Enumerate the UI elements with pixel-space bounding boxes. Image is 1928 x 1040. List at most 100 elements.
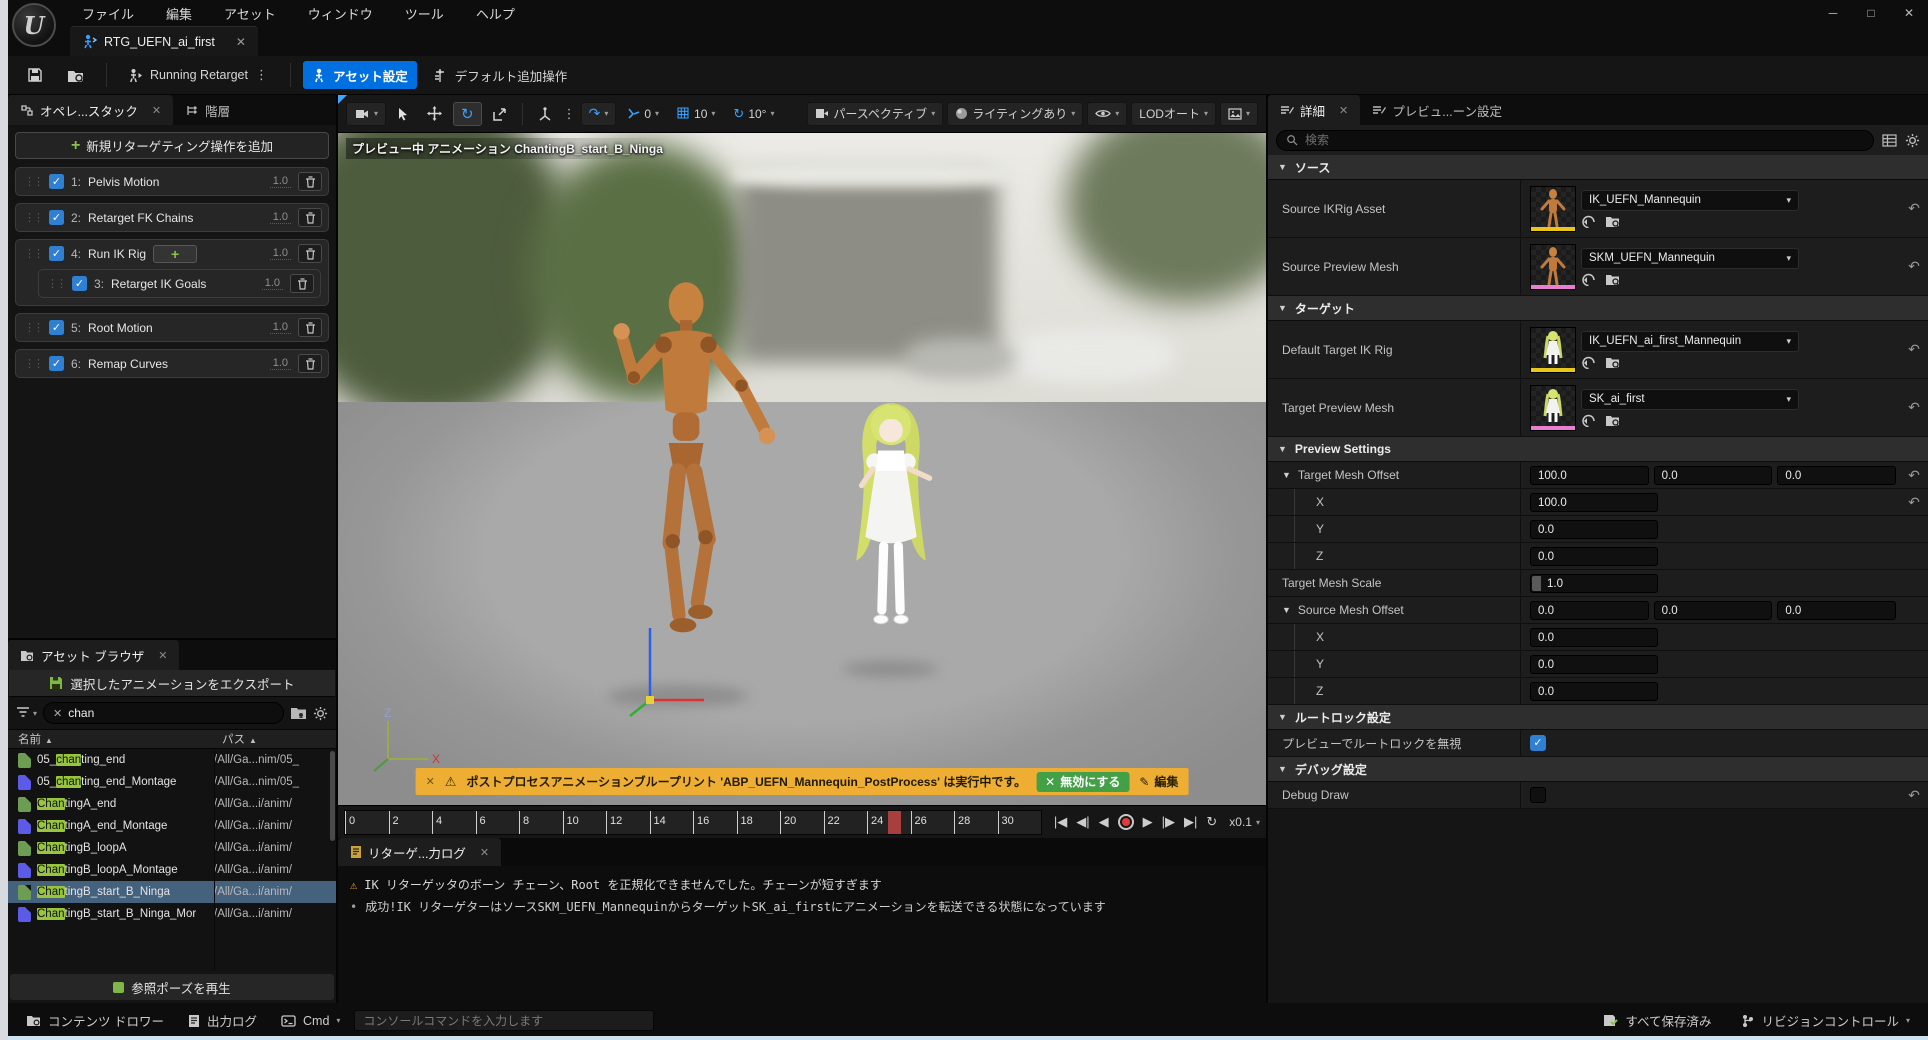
tab-op-stack[interactable]: オペレ...スタック ✕ bbox=[8, 95, 173, 125]
go-to-end-button[interactable]: ▶| bbox=[1184, 814, 1197, 830]
reset-to-default-icon[interactable]: ↶ bbox=[1900, 200, 1928, 217]
transform-gizmo[interactable] bbox=[618, 628, 728, 728]
use-selected-asset-icon[interactable] bbox=[1581, 414, 1596, 427]
x-input[interactable]: 100.0 bbox=[1530, 493, 1658, 512]
op-enabled-checkbox[interactable]: ✓ bbox=[72, 276, 87, 291]
tab-close-icon[interactable]: ✕ bbox=[236, 35, 246, 49]
tab-close-icon[interactable]: ✕ bbox=[158, 649, 167, 662]
rotate-tool-button[interactable]: ↻ bbox=[453, 102, 482, 126]
asset-row[interactable]: ChantingA_end /All/Ga...i/anim/ bbox=[8, 793, 336, 815]
drag-handle-icon[interactable]: ⋮⋮ bbox=[24, 321, 42, 334]
x-input[interactable]: 0.0 bbox=[1530, 628, 1658, 647]
delete-op-button[interactable] bbox=[298, 354, 322, 373]
timeline-ruler[interactable]: 0 2 4 6 8 10 12 14 16 18 20 22 24 26 28 … bbox=[344, 810, 1042, 835]
op-weight-field[interactable]: 1.0 bbox=[262, 277, 283, 290]
close-icon[interactable]: ✕ bbox=[1890, 0, 1928, 26]
disable-postprocess-button[interactable]: ✕ 無効にする bbox=[1036, 772, 1129, 792]
browse-to-asset-icon[interactable] bbox=[1605, 414, 1621, 427]
details-search-input[interactable] bbox=[1305, 133, 1864, 147]
playback-speed-dropdown[interactable]: x0.1 ▾ bbox=[1229, 815, 1260, 829]
asset-row[interactable]: 05_chanting_end /All/Ga...nim/05_ bbox=[8, 749, 336, 771]
chevron-down-icon[interactable]: ▼ bbox=[1282, 605, 1291, 615]
op-row-retarget-ik-goals[interactable]: ⋮⋮ ✓ 3: Retarget IK Goals 1.0 bbox=[38, 269, 321, 298]
settings-gear-icon[interactable] bbox=[313, 706, 328, 721]
reset-to-default-icon[interactable]: ↶ bbox=[1900, 494, 1928, 511]
save-button[interactable] bbox=[18, 61, 52, 89]
op-weight-field[interactable]: 1.0 bbox=[270, 247, 291, 260]
use-selected-asset-icon[interactable] bbox=[1581, 273, 1596, 286]
reset-to-default-icon[interactable]: ↶ bbox=[1900, 467, 1928, 484]
move-tool-button[interactable] bbox=[420, 102, 449, 126]
chevron-down-icon[interactable]: ▼ bbox=[1282, 470, 1291, 480]
perspective-dropdown[interactable]: パースペクティブ ▾ bbox=[807, 102, 943, 126]
screenshot-dropdown[interactable]: ▾ bbox=[1220, 102, 1258, 126]
lod-dropdown[interactable]: LODオート ▾ bbox=[1131, 102, 1216, 126]
offset-y-input[interactable]: 0.0 bbox=[1654, 466, 1773, 485]
maximize-icon[interactable]: □ bbox=[1852, 0, 1890, 26]
loop-button[interactable]: ↻ bbox=[1206, 814, 1217, 830]
asset-row[interactable]: ChantingB_start_B_Ninga_Mor /All/Ga...i/… bbox=[8, 903, 336, 925]
asset-row[interactable]: 05_chanting_end_Montage /All/Ga...nim/05… bbox=[8, 771, 336, 793]
asset-row[interactable]: ChantingB_loopA /All/Ga...i/anim/ bbox=[8, 837, 336, 859]
op-row-root-motion[interactable]: ⋮⋮ ✓ 5: Root Motion 1.0 bbox=[15, 313, 329, 342]
section-source[interactable]: ▼ ソース bbox=[1268, 155, 1928, 180]
tab-hierarchy[interactable]: 階層 bbox=[173, 95, 242, 125]
drag-handle-icon[interactable]: ⋮⋮ bbox=[24, 357, 42, 370]
op-enabled-checkbox[interactable]: ✓ bbox=[49, 356, 64, 371]
dismiss-warning-icon[interactable]: ✕ bbox=[426, 775, 435, 788]
location-snap-button[interactable]: 0 ▾ bbox=[620, 102, 666, 126]
section-target[interactable]: ▼ ターゲット bbox=[1268, 296, 1928, 321]
show-flags-dropdown[interactable]: ▾ bbox=[1087, 102, 1127, 126]
offset-z-input[interactable]: 0.0 bbox=[1777, 601, 1896, 620]
op-weight-field[interactable]: 1.0 bbox=[270, 321, 291, 334]
drag-handle-icon[interactable]: ⋮⋮ bbox=[24, 247, 42, 260]
browse-to-asset-icon[interactable] bbox=[1605, 356, 1621, 369]
asset-search-input-wrap[interactable]: ✕ bbox=[43, 702, 284, 724]
tab-retarget-log[interactable]: リターゲ...力ログ ✕ bbox=[338, 838, 501, 866]
minimize-icon[interactable]: ─ bbox=[1814, 0, 1852, 26]
tab-details[interactable]: 詳細 ✕ bbox=[1268, 95, 1360, 125]
step-back-button[interactable]: ◀| bbox=[1076, 814, 1089, 830]
delete-op-button[interactable] bbox=[290, 274, 314, 293]
reset-to-default-icon[interactable]: ↶ bbox=[1900, 399, 1928, 416]
browse-to-asset-icon[interactable] bbox=[1605, 215, 1621, 228]
timeline-scrubber[interactable] bbox=[888, 811, 901, 834]
menu-edit[interactable]: 編集 bbox=[154, 0, 204, 27]
drag-handle-icon[interactable]: ⋮⋮ bbox=[24, 211, 42, 224]
scrollbar[interactable] bbox=[330, 751, 335, 841]
op-enabled-checkbox[interactable]: ✓ bbox=[49, 174, 64, 189]
clear-search-icon[interactable]: ✕ bbox=[53, 707, 62, 720]
add-ik-goal-button[interactable]: + bbox=[153, 245, 197, 263]
y-input[interactable]: 0.0 bbox=[1530, 520, 1658, 539]
asset-settings-button[interactable]: アセット設定 bbox=[303, 61, 417, 89]
source-ikrig-combobox[interactable]: IK_UEFN_Mannequin ▾ bbox=[1581, 190, 1799, 211]
asset-row-selected[interactable]: ChantingB_start_B_Ninga /All/Ga...i/anim… bbox=[8, 881, 336, 903]
filter-button[interactable]: ▾ bbox=[16, 707, 37, 719]
source-mesh-combobox[interactable]: SKM_UEFN_Mannequin ▾ bbox=[1581, 248, 1799, 269]
details-search-wrap[interactable] bbox=[1276, 130, 1874, 151]
delete-op-button[interactable] bbox=[298, 244, 322, 263]
asset-search-input[interactable] bbox=[68, 706, 168, 720]
section-debug[interactable]: ▼ デバッグ設定 bbox=[1268, 757, 1928, 782]
op-row-pelvis-motion[interactable]: ⋮⋮ ✓ 1: Pelvis Motion 1.0 bbox=[15, 167, 329, 196]
transform-space-button[interactable] bbox=[531, 102, 559, 126]
add-retarget-op-button[interactable]: + 新規リターゲティング操作を追加 bbox=[15, 132, 329, 159]
browse-to-asset-button[interactable] bbox=[58, 61, 94, 89]
console-command-input-wrap[interactable] bbox=[354, 1010, 654, 1031]
offset-y-input[interactable]: 0.0 bbox=[1654, 601, 1773, 620]
select-tool-button[interactable] bbox=[390, 102, 416, 126]
ignore-root-lock-checkbox[interactable]: ✓ bbox=[1530, 735, 1546, 751]
z-input[interactable]: 0.0 bbox=[1530, 547, 1658, 566]
target-character-figure[interactable] bbox=[836, 395, 946, 675]
default-chain-ops-button[interactable]: デフォルト追加操作 bbox=[423, 61, 577, 89]
asset-thumbnail[interactable] bbox=[1530, 186, 1576, 232]
op-weight-field[interactable]: 1.0 bbox=[270, 211, 291, 224]
console-command-input[interactable] bbox=[363, 1014, 645, 1028]
scale-input[interactable]: 1.0 bbox=[1530, 574, 1658, 593]
op-row-retarget-fk-chains[interactable]: ⋮⋮ ✓ 2: Retarget FK Chains 1.0 bbox=[15, 203, 329, 232]
settings-gear-icon[interactable] bbox=[1905, 133, 1920, 148]
asset-thumbnail[interactable] bbox=[1530, 327, 1576, 373]
surface-snap-button[interactable]: ↷ ▾ bbox=[581, 102, 617, 126]
export-animations-button[interactable]: 選択したアニメーションをエクスポート bbox=[9, 670, 335, 697]
play-button[interactable]: ▶ bbox=[1143, 814, 1153, 830]
